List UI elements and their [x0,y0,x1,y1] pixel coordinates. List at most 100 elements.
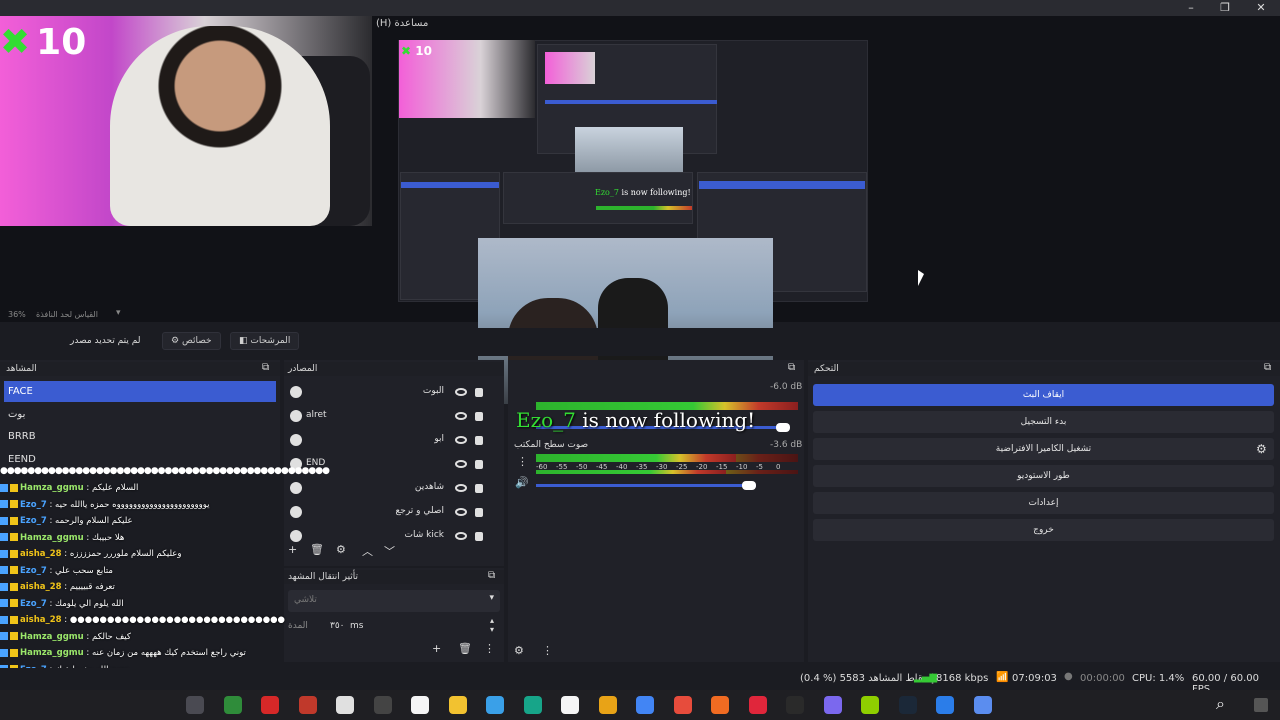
filters-button[interactable]: ◧ المرشحات [230,332,300,350]
nested-webcam-small [545,52,595,84]
close-button[interactable]: ✕ [1244,0,1278,16]
transition-select[interactable]: تلاشي ▾ [288,590,500,612]
mixer-menu-button[interactable]: ⋮ [542,644,553,657]
crown-badge-icon [10,549,18,558]
control-button[interactable]: خروج [813,519,1274,541]
meter-scale: -60 -55 -50 -45 -40 -35 -30 -25 -20 -15 -10 -5 0 [536,463,798,471]
remove-source-button[interactable]: 🗑 [310,543,324,556]
lock-icon[interactable] [475,508,483,517]
visibility-icon[interactable] [455,460,467,468]
taskbar-app-icon[interactable] [561,696,579,714]
control-button[interactable]: ايقاف البث [813,384,1274,406]
taskbar-app-icon[interactable] [223,696,242,714]
channel-menu-button[interactable]: ⋮ [517,455,528,468]
volume-slider-2[interactable] [536,484,756,487]
chat-text: الله يلوم الي يلومك [55,598,124,609]
title-bar [0,0,1280,16]
inner-preview-title: (H) مساعدة [376,18,429,29]
crown-badge-icon [10,516,18,525]
move-down-button[interactable]: ﹀ [384,543,395,559]
source-item[interactable]: اصلي و ترجع [288,501,496,525]
taskbar-app-icon[interactable] [336,696,354,714]
taskbar-app-icon[interactable] [898,696,917,714]
taskbar-app-icon[interactable] [598,696,617,714]
verified-badge-icon [0,599,8,607]
add-transition-button[interactable]: + [432,642,441,655]
taskbar-app-icon[interactable] [448,696,467,714]
lock-icon[interactable] [475,412,483,421]
taskbar-app-icon[interactable] [411,696,429,714]
scene-item[interactable]: بوت [4,404,276,425]
notification-icon[interactable] [1254,698,1268,712]
visibility-icon[interactable] [455,388,467,396]
transition-menu-button[interactable]: ⋮ [484,642,495,655]
lock-icon[interactable] [475,460,483,469]
controls-dock-header: التحكم ⧉ [808,362,1280,376]
visibility-icon[interactable] [455,484,467,492]
visibility-icon[interactable] [455,436,467,444]
remove-transition-button[interactable]: 🗑 [458,642,472,655]
volume-handle-2[interactable] [742,481,756,490]
chat-text: عليكم السلام والرحمه [55,516,133,526]
taskbar-app-icon[interactable] [261,696,279,714]
visibility-icon[interactable] [455,508,467,516]
taskbar-app-icon[interactable] [486,696,504,714]
chat-username: Hamza_ggmu [20,532,84,543]
taskbar-app-icon[interactable] [636,696,654,714]
lock-icon[interactable] [475,532,483,541]
speaker-icon[interactable]: 🔊 [515,476,529,489]
stepper-icon[interactable]: ▴ ▾ [490,616,494,634]
undock-icon[interactable]: ⧉ [488,570,495,581]
control-button[interactable]: إعدادات [813,492,1274,514]
taskbar-app-icon[interactable] [373,696,392,714]
zoom-dropdown-icon[interactable]: ▾ [116,308,121,318]
verified-badge-icon [0,549,8,558]
lock-icon[interactable] [475,436,483,445]
lock-icon[interactable] [475,388,483,397]
restore-button[interactable]: ❐ [1208,0,1242,16]
undock-icon[interactable]: ⧉ [262,362,269,373]
source-item[interactable]: شاهدين [288,477,496,501]
chat-username: Ezo_7 [20,598,47,609]
mixer-settings-button[interactable]: ⚙ [514,644,524,657]
taskbar-app-icon[interactable] [711,696,729,714]
control-button[interactable]: تشغيل الكاميرا الافتراضية [813,438,1274,460]
source-item[interactable]: ابو [288,429,496,453]
visibility-icon[interactable] [455,412,467,420]
taskbar-app-icon[interactable] [936,696,954,714]
taskbar-app-icon[interactable] [673,696,692,714]
taskbar-app-icon[interactable] [973,696,992,714]
sources-dock-header: المصادر [284,362,504,376]
virtual-camera-settings-icon[interactable]: ⚙ [1256,442,1267,456]
scene-item[interactable]: BRRB [4,426,276,447]
mouse-cursor [918,270,924,286]
minimize-button[interactable]: – [1174,0,1208,16]
control-button[interactable]: بدء التسجيل [813,411,1274,433]
duration-field[interactable]: المدة ٣٥٠ ms ▴ ▾ [288,616,500,636]
taskbar-app-icon[interactable] [186,696,204,714]
lock-icon[interactable] [475,484,483,493]
undock-icon[interactable]: ⧉ [788,362,795,373]
chat-text: متابع سحب علي [55,565,113,576]
scene-item[interactable]: FACE [4,381,276,402]
chat-text: كيف حالكم [92,631,131,642]
chat-username: Ezo_7 [20,565,47,576]
taskbar-app-icon[interactable] [523,696,542,714]
taskbar-app-icon[interactable] [298,696,317,714]
taskbar-app-icon[interactable] [861,696,879,714]
control-button[interactable]: طور الاستوديو [813,465,1274,487]
taskbar-app-icon[interactable] [823,696,842,714]
taskbar-app-icon[interactable] [786,696,804,714]
undock-icon[interactable]: ⧉ [1264,362,1271,373]
volume-handle-1[interactable] [776,423,790,432]
crown-badge-icon [10,648,18,657]
taskbar-app-icon[interactable] [748,696,767,714]
search-icon[interactable]: ⌕ [1216,694,1225,714]
source-item[interactable]: البوت [288,381,496,405]
move-up-button[interactable]: ︿ [362,543,373,559]
visibility-icon[interactable] [455,532,467,540]
verified-badge-icon [0,533,8,541]
source-settings-button[interactable]: ⚙ [336,543,346,556]
source-item[interactable]: alret [288,405,496,429]
properties-button[interactable]: ⚙ خصائص [162,332,221,350]
